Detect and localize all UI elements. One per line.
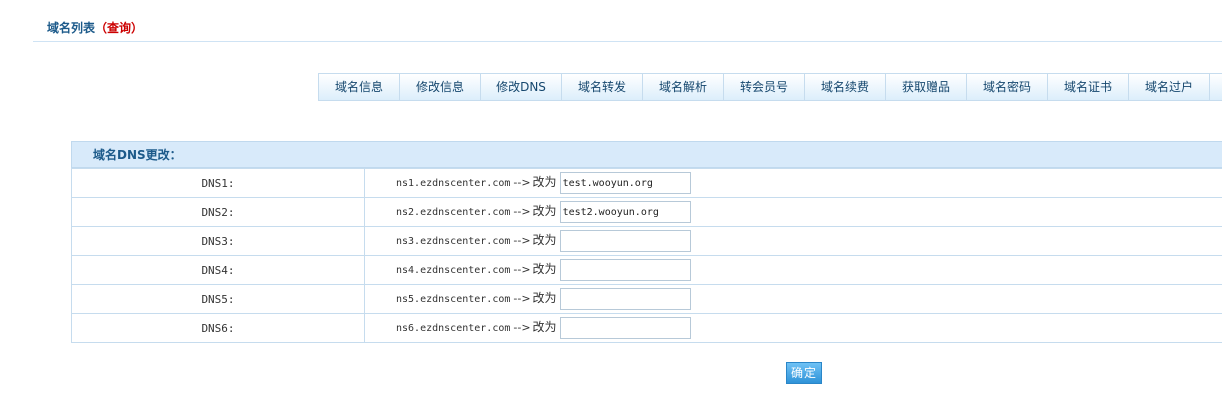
- current-nameserver: ns6.ezdnscenter.com: [396, 323, 511, 334]
- change-to-label: 改为: [532, 291, 557, 305]
- dns1-input[interactable]: [559, 172, 691, 194]
- tab-domain-ownership-transfer[interactable]: 域名过户: [1129, 74, 1210, 100]
- dns-label: DNS5:: [71, 284, 365, 314]
- change-to-label: 改为: [532, 233, 557, 247]
- change-to-label: 改为: [532, 204, 557, 218]
- dns-label: DNS2:: [71, 197, 365, 227]
- arrow-text: -->: [513, 234, 531, 247]
- page-title: 域名列表（查询）: [47, 19, 143, 36]
- dns-form-heading: 域名DNS更改：: [71, 141, 1222, 168]
- tab-edit-dns[interactable]: 修改DNS: [481, 74, 562, 100]
- arrow-text: -->: [513, 263, 531, 276]
- current-nameserver: ns1.ezdnscenter.com: [396, 178, 511, 189]
- dns-label: DNS6:: [71, 313, 365, 343]
- dns-label: DNS4:: [71, 255, 365, 285]
- page-title-text: 域名列表: [47, 21, 96, 35]
- domain-action-tabs: 域名信息 修改信息 修改DNS 域名转发 域名解析 转会员号 域名续费 获取赠品…: [318, 73, 1222, 101]
- tab-domain-certificate[interactable]: 域名证书: [1048, 74, 1129, 100]
- arrow-text: -->: [513, 205, 531, 218]
- change-to-label: 改为: [532, 262, 557, 276]
- dns-value-cell: ns2.ezdnscenter.com --> 改为: [364, 197, 1222, 227]
- dns5-input[interactable]: [559, 288, 691, 310]
- tab-transfer-member[interactable]: 转会员号: [724, 74, 805, 100]
- current-nameserver: ns2.ezdnscenter.com: [396, 207, 511, 218]
- confirm-button[interactable]: 确定: [786, 362, 822, 384]
- tab-domain-info[interactable]: 域名信息: [319, 74, 400, 100]
- dns3-input[interactable]: [559, 230, 691, 252]
- dns2-input[interactable]: [559, 201, 691, 223]
- tab-domain-forward[interactable]: 域名转发: [562, 74, 643, 100]
- dns-row-1: DNS1: ns1.ezdnscenter.com --> 改为: [71, 168, 1222, 198]
- dns-value-cell: ns3.ezdnscenter.com --> 改为: [364, 226, 1222, 256]
- tab-get-gift[interactable]: 获取赠品: [886, 74, 967, 100]
- change-to-label: 改为: [532, 320, 557, 334]
- arrow-text: -->: [513, 292, 531, 305]
- page-header: 域名列表（查询）: [33, 0, 1222, 42]
- current-nameserver: ns3.ezdnscenter.com: [396, 236, 511, 247]
- dns-value-cell: ns4.ezdnscenter.com --> 改为: [364, 255, 1222, 285]
- dns4-input[interactable]: [559, 259, 691, 281]
- dns-row-6: DNS6: ns6.ezdnscenter.com --> 改为: [71, 313, 1222, 343]
- tab-domain-renew[interactable]: 域名续费: [805, 74, 886, 100]
- dns-value-cell: ns6.ezdnscenter.com --> 改为: [364, 313, 1222, 343]
- current-nameserver: ns4.ezdnscenter.com: [396, 265, 511, 276]
- dns-row-2: DNS2: ns2.ezdnscenter.com --> 改为: [71, 197, 1222, 227]
- current-nameserver: ns5.ezdnscenter.com: [396, 294, 511, 305]
- dns6-input[interactable]: [559, 317, 691, 339]
- arrow-text: -->: [513, 321, 531, 334]
- dns-row-3: DNS3: ns3.ezdnscenter.com --> 改为: [71, 226, 1222, 256]
- tab-domain-resolve[interactable]: 域名解析: [643, 74, 724, 100]
- dns-label: DNS3:: [71, 226, 365, 256]
- arrow-text: -->: [513, 176, 531, 189]
- dns-change-form: 域名DNS更改： DNS1: ns1.ezdnscenter.com --> 改为 …: [71, 141, 1222, 343]
- tab-edit-info[interactable]: 修改信息: [400, 74, 481, 100]
- dns-row-5: DNS5: ns5.ezdnscenter.com --> 改为: [71, 284, 1222, 314]
- dns-value-cell: ns5.ezdnscenter.com --> 改为: [364, 284, 1222, 314]
- change-to-label: 改为: [532, 175, 557, 189]
- dns-table: DNS1: ns1.ezdnscenter.com-->改为 DNS2: ns2…: [71, 168, 1222, 343]
- dns-row-4: DNS4: ns4.ezdnscenter.com --> 改为: [71, 255, 1222, 285]
- dns-label: DNS1:: [71, 168, 365, 198]
- page: 域名列表（查询） 域名信息 修改信息 修改DNS 域名转发 域名解析 转会员号 …: [0, 0, 1222, 412]
- query-link[interactable]: （查询）: [95, 21, 143, 35]
- dns-value-cell: ns1.ezdnscenter.com --> 改为: [364, 168, 1222, 198]
- tab-domain-password[interactable]: 域名密码: [967, 74, 1048, 100]
